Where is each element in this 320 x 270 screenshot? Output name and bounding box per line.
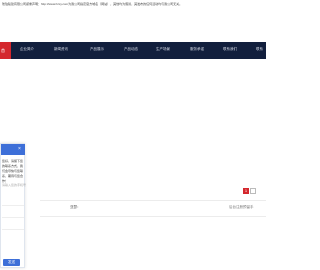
chat-widget: × 您好，请留下您的联系方式，我们会尽快与您联系，期待与您合作！ 请输入您的手机… — [0, 143, 26, 268]
nav-item-product-news[interactable]: 产品动态 — [124, 47, 138, 52]
notice-text: 琥珀陵建有限公司郑重声明：http://www.hzxy.com为我公司指定官方… — [2, 2, 183, 6]
nav-item-company[interactable]: 企业简介 — [20, 47, 34, 52]
chat-input-field[interactable] — [2, 223, 24, 230]
chat-send-button[interactable]: 发送 — [3, 259, 20, 266]
top-notice-bar: 琥珀陵建有限公司郑重声明：http://www.hzxy.com为我公司指定官方… — [0, 0, 266, 13]
nav-item-production[interactable]: 生产场景 — [156, 47, 170, 52]
nav-home[interactable]: 首 — [0, 42, 11, 59]
divider — [40, 200, 266, 201]
nav-item-contact-2[interactable]: 联系 — [256, 47, 263, 52]
pager-next[interactable] — [250, 188, 256, 194]
chat-message: 您好，请留下您的联系方式，我们会尽快与您联系，期待与您合作！ — [2, 159, 24, 183]
main-nav: 首 企业简介 新闻资讯 产品展示 产品动态 生产场景 服务承诺 联系我们 联系 — [0, 42, 266, 59]
content-right-text: 后台注册预留手 — [229, 205, 254, 209]
chat-input-field[interactable] — [2, 199, 24, 206]
chat-phone-hint[interactable]: 请输入您的手机号 — [2, 183, 26, 187]
close-icon[interactable]: × — [18, 146, 21, 152]
chat-input-field[interactable] — [2, 211, 24, 218]
divider — [40, 216, 266, 217]
nav-item-products[interactable]: 产品展示 — [90, 47, 104, 52]
nav-item-service[interactable]: 服务承诺 — [190, 47, 204, 52]
nav-item-contact[interactable]: 联系我们 — [223, 47, 237, 52]
nav-home-label: 首 — [1, 48, 5, 53]
content-area — [0, 59, 266, 270]
chat-header: × — [1, 144, 25, 155]
content-label: 亚瑟： — [70, 205, 81, 209]
pager-current[interactable]: 1 — [243, 188, 249, 194]
nav-item-news[interactable]: 新闻资讯 — [54, 47, 68, 52]
